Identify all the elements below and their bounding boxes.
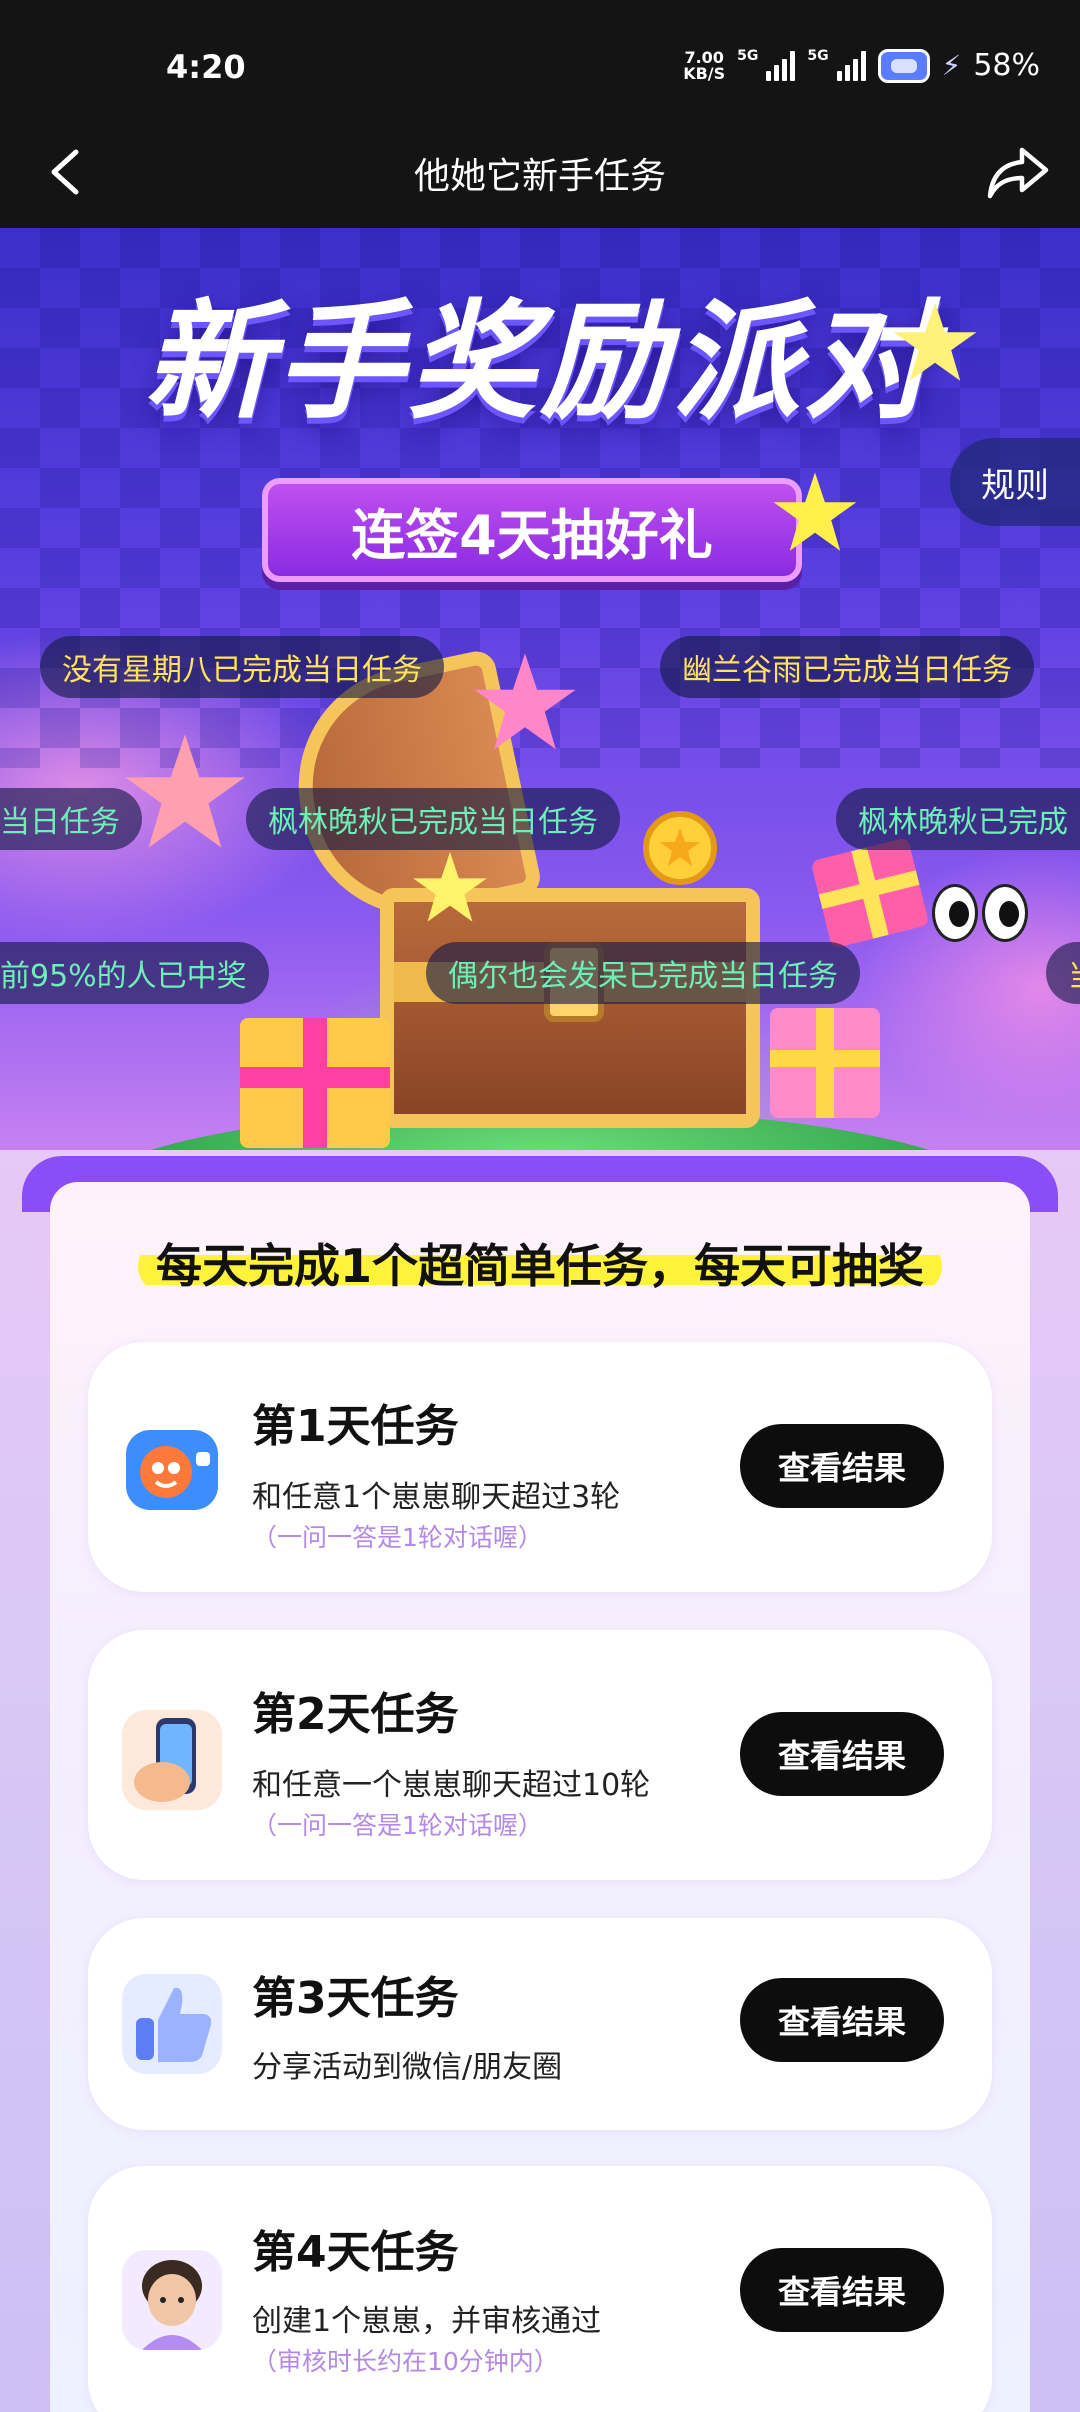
star-icon — [893, 302, 977, 381]
star-icon — [474, 653, 576, 750]
robot-battery-icon — [877, 48, 930, 83]
task-panel: 每天完成1个超简单任务，每天可抽奖 第1天任务 和任意1个崽崽聊天超过3轮 （一… — [50, 1182, 1030, 2412]
sim2-type: 5G — [807, 48, 829, 64]
charging-bolt-icon: ⚡ — [941, 49, 962, 82]
chat-bubble-mascot-icon — [126, 1430, 218, 1510]
signal-icon — [836, 50, 866, 81]
winner-marquee-item: 当日任务 — [0, 788, 142, 850]
task-description: 创建1个崽崽，并审核通过 — [252, 2304, 602, 2339]
view-result-button[interactable]: 查看结果 — [740, 1978, 944, 2062]
star-icon — [125, 734, 245, 848]
page-title: 他她它新手任务 — [413, 156, 666, 197]
task-card-day2: 第2天任务 和任意一个崽崽聊天超过10轮 （一问一答是1轮对话喔） 查看结果 — [88, 1630, 992, 1880]
gift-box-icon — [240, 1018, 390, 1148]
task-title: 第1天任务 — [252, 1401, 459, 1452]
avatar-boy-icon — [122, 2250, 222, 2350]
winner-marquee-item: 枫林晚秋已完成 — [836, 788, 1080, 850]
view-result-button[interactable]: 查看结果 — [740, 1712, 944, 1796]
signal-icon — [766, 50, 796, 81]
status-icons: 7.00 KB/S 5G 5G ⚡ 58% — [683, 48, 1040, 83]
rules-button[interactable]: 规则 — [950, 438, 1080, 526]
winner-marquee-item: 没有星期八已完成当日任务 — [40, 636, 444, 698]
task-description: 和任意一个崽崽聊天超过10轮 — [252, 1768, 651, 1803]
nav-bar: 他她它新手任务 — [0, 118, 1080, 228]
task-title: 第3天任务 — [252, 1973, 459, 2024]
network-speed: 7.00 KB/S — [683, 49, 726, 83]
streak-ribbon: 连签4天抽好礼 — [262, 478, 802, 582]
phone-in-hand-icon — [122, 1710, 222, 1810]
star-icon — [413, 852, 487, 922]
sim1-type: 5G — [737, 48, 759, 64]
coin-icon — [643, 811, 717, 885]
star-icon — [773, 472, 857, 551]
thumbs-up-icon — [122, 1974, 222, 2074]
panel-headline-text: 每天完成1个超简单任务，每天可抽奖 — [137, 1239, 942, 1293]
share-arrow-icon[interactable] — [986, 142, 1050, 202]
page: 4:20 7.00 KB/S 5G 5G ⚡ 58% 他她它新手任务 新手奖励派… — [0, 0, 1080, 2412]
task-card-day3: 第3天任务 分享活动到微信/朋友圈 查看结果 — [88, 1918, 992, 2130]
view-result-button[interactable]: 查看结果 — [740, 1424, 944, 1508]
gift-box-icon — [810, 837, 930, 949]
task-card-day1: 第1天任务 和任意1个崽崽聊天超过3轮 （一问一答是1轮对话喔） 查看结果 — [88, 1342, 992, 1592]
winner-marquee-item: 当 — [1046, 942, 1080, 1004]
view-result-button[interactable]: 查看结果 — [740, 2248, 944, 2332]
task-note: （一问一答是1轮对话喔） — [252, 1523, 543, 1552]
chevron-left-icon[interactable] — [40, 144, 96, 200]
task-card-day4: 第4天任务 创建1个崽崽，并审核通过 （审核时长约在10分钟内） 查看结果 — [88, 2166, 992, 2412]
task-note: （审核时长约在10分钟内） — [252, 2347, 559, 2376]
battery-percent: 58% — [973, 48, 1040, 83]
network-speed-unit: KB/S — [683, 63, 726, 83]
winner-marquee-item: 前95%的人已中奖 — [0, 942, 269, 1004]
winner-marquee-item: 幽兰谷雨已完成当日任务 — [660, 636, 1034, 698]
status-time: 4:20 — [166, 48, 246, 86]
task-title: 第4天任务 — [252, 2227, 459, 2278]
task-description: 分享活动到微信/朋友圈 — [252, 2050, 563, 2085]
eyes-mascot-icon — [932, 884, 1028, 942]
task-note: （一问一答是1轮对话喔） — [252, 1811, 543, 1840]
hero-banner: 新手奖励派对 连签4天抽好礼 规则 没有星期八已完成当日任务 幽兰谷雨已完成当日… — [0, 228, 1080, 1208]
task-description: 和任意1个崽崽聊天超过3轮 — [252, 1480, 621, 1515]
gift-box-icon — [770, 1008, 880, 1118]
task-title: 第2天任务 — [252, 1689, 459, 1740]
winner-marquee-item: 偶尔也会发呆已完成当日任务 — [426, 942, 860, 1004]
panel-headline: 每天完成1个超简单任务，每天可抽奖 — [50, 1230, 1030, 1296]
winner-marquee-item: 枫林晚秋已完成当日任务 — [246, 788, 620, 850]
